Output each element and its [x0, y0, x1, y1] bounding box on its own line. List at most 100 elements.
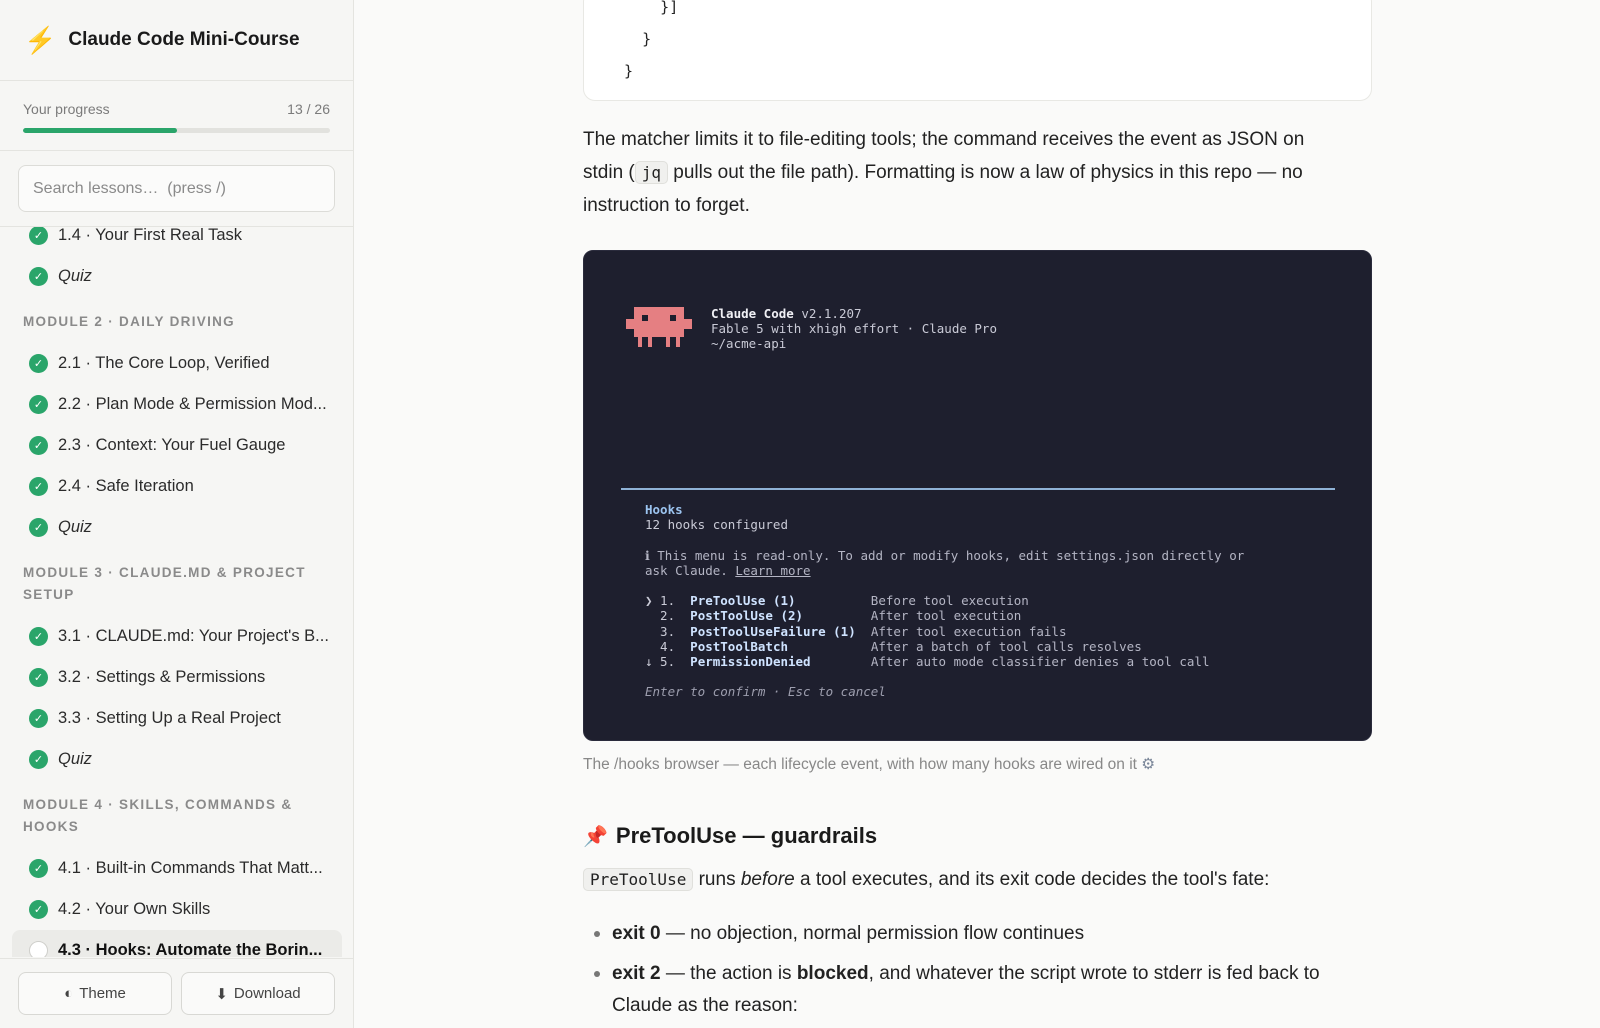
- check-circle-icon: ✓: [29, 626, 48, 646]
- hook-event-description: Before tool execution: [870, 593, 1029, 609]
- check-circle-icon: ✓: [29, 667, 48, 687]
- sidebar: ⚡ Claude Code Mini-Course Your progress …: [0, 0, 354, 1028]
- hook-event-marker: ❯ 1.: [645, 593, 676, 609]
- inline-code-jq: jq: [634, 161, 669, 184]
- terminal-separator: [621, 488, 1335, 490]
- hook-event-description: After tool execution: [870, 608, 1022, 624]
- section-heading: 📌 PreToolUse — guardrails: [583, 823, 877, 849]
- sidebar-footer: ◐ Theme ⬇ Download: [0, 958, 353, 1028]
- sidebar-item-quiz[interactable]: ✓ Quiz: [12, 507, 342, 547]
- sidebar-item-lesson[interactable]: ✓ 3.3 · Setting Up a Real Project: [12, 698, 342, 738]
- sidebar-item-label: Quiz: [58, 517, 92, 536]
- hooks-menu-title: Hooks: [645, 502, 683, 517]
- lightning-bolt-icon: ⚡: [24, 25, 57, 55]
- sidebar-item-lesson[interactable]: ✓ 2.3 · Context: Your Fuel Gauge: [12, 425, 342, 465]
- sidebar-item-lesson[interactable]: ✓ 4.1 · Built-in Commands That Matt...: [12, 848, 342, 888]
- sidebar-item-lesson[interactable]: 4.3 · Hooks: Automate the Borin...: [12, 930, 342, 957]
- list-item: exit 2 — the action is blocked, and what…: [594, 958, 1354, 1022]
- terminal-header: Claude Code v2.1.207 Fable 5 with xhigh …: [711, 306, 997, 351]
- check-circle-icon: ✓: [29, 353, 48, 373]
- sidebar-item-label: 3.1 · CLAUDE.md: Your Project's B...: [58, 626, 329, 645]
- hook-event-row[interactable]: 3. PostToolUseFailure (1) After tool exe…: [645, 624, 1066, 639]
- hook-event-row[interactable]: 4. PostToolBatch After a batch of tool c…: [645, 639, 1142, 654]
- hooks-count: 12 hooks configured: [645, 517, 788, 533]
- hooks-info-line: ℹ This menu is read-only. To add or modi…: [645, 547, 1245, 563]
- emphasis-text: before: [740, 869, 795, 890]
- pushpin-icon: 📌: [583, 825, 608, 848]
- download-button-label: Download: [233, 985, 301, 1002]
- hook-event-name: PermissionDenied: [690, 654, 811, 670]
- module-heading: MODULE 4 · SKILLS, COMMANDS & HOOKS: [23, 797, 293, 834]
- brand-header[interactable]: ⚡ Claude Code Mini-Course: [0, 0, 353, 81]
- paragraph-text: pulls out the file path). Formatting is …: [583, 162, 1303, 216]
- module-heading: MODULE 2 · DAILY DRIVING: [23, 314, 235, 329]
- hook-event-marker: 3.: [645, 623, 676, 639]
- hook-event-name: PostToolUseFailure (1): [690, 623, 856, 639]
- progress-label: Your progress: [23, 101, 110, 117]
- download-button[interactable]: ⬇ Download: [181, 972, 335, 1015]
- hook-event-name: PreToolUse (1): [690, 593, 796, 609]
- half-circle-icon: ◐: [64, 985, 74, 1002]
- hook-event-row[interactable]: ❯ 1. PreToolUse (1) Before tool executio…: [645, 593, 1029, 608]
- theme-button[interactable]: ◐ Theme: [18, 972, 172, 1015]
- sidebar-item-lesson[interactable]: ✓ 2.4 · Safe Iteration: [12, 466, 342, 506]
- sidebar-item-lesson[interactable]: ✓ 4.2 · Your Own Skills: [12, 889, 342, 929]
- search-section: [0, 151, 353, 227]
- lesson-list: ✓ 1.4 · Your First Real Task ✓ Quiz MODULE 2…: [0, 227, 353, 957]
- sidebar-item-label: Quiz: [58, 749, 92, 768]
- gear-icon: ⚙: [1141, 756, 1156, 773]
- paragraph-text: a tool executes, and its exit code decid…: [794, 869, 1270, 890]
- paragraph-text: runs: [693, 869, 741, 890]
- terminal-model-line: Fable 5 with xhigh effort · Claude Pro: [711, 321, 997, 336]
- sidebar-item-label: 3.2 · Settings & Permissions: [58, 667, 266, 686]
- caption-text: The /hooks browser — each lifecycle even…: [583, 756, 1137, 773]
- sidebar-item-label: 3.3 · Setting Up a Real Project: [58, 708, 281, 727]
- sidebar-item-label: 4.2 · Your Own Skills: [58, 899, 211, 918]
- exit-code-list: exit 0 — no objection, normal permission…: [594, 918, 1354, 1028]
- figure-caption: The /hooks browser — each lifecycle even…: [583, 755, 1155, 774]
- hook-event-marker: 4.: [645, 638, 676, 654]
- sidebar-item-label: 2.1 · The Core Loop, Verified: [58, 353, 270, 372]
- check-circle-icon: ✓: [29, 476, 48, 496]
- sidebar-item-quiz[interactable]: ✓ Quiz: [12, 256, 342, 296]
- learn-more-link[interactable]: Learn more: [735, 563, 810, 578]
- check-circle-icon: ✓: [29, 227, 48, 245]
- check-circle-icon: ✓: [29, 266, 48, 286]
- check-circle-icon: ✓: [29, 708, 48, 728]
- sidebar-item-label: 4.1 · Built-in Commands That Matt...: [58, 858, 323, 877]
- hooks-info-line: ask Claude.: [645, 562, 736, 578]
- hook-event-marker: ↓ 5.: [645, 654, 676, 670]
- sidebar-item-lesson[interactable]: ✓ 2.2 · Plan Mode & Permission Mod...: [12, 384, 342, 424]
- section-heading-text: PreToolUse — guardrails: [615, 823, 878, 848]
- check-circle-icon: ✓: [29, 749, 48, 769]
- terminal-path: ~/acme-api: [711, 336, 787, 351]
- sidebar-item-quiz[interactable]: ✓ Quiz: [12, 739, 342, 779]
- terminal-footer-hint: Enter to confirm · Esc to cancel: [645, 684, 886, 700]
- hook-event-name: PostToolBatch: [690, 638, 789, 654]
- sidebar-item-label: 2.3 · Context: Your Fuel Gauge: [58, 435, 286, 454]
- sidebar-item-label: 4.3 · Hooks: Automate the Borin...: [58, 940, 323, 958]
- sidebar-item-label: Quiz: [58, 266, 92, 285]
- check-circle-icon: ✓: [29, 394, 48, 414]
- sidebar-item-lesson[interactable]: ✓ 3.2 · Settings & Permissions: [12, 657, 342, 697]
- list-item-strong: exit 0: [612, 923, 661, 944]
- sidebar-item-lesson[interactable]: ✓ 1.4 · Your First Real Task: [12, 227, 342, 255]
- hook-event-row[interactable]: ↓ 5. PermissionDenied After auto mode cl…: [645, 654, 1209, 669]
- empty-circle-icon: [29, 940, 48, 957]
- hook-event-description: After a batch of tool calls resolves: [870, 638, 1142, 654]
- terminal-screenshot: Claude Code v2.1.207 Fable 5 with xhigh …: [583, 250, 1372, 741]
- sidebar-item-label: 2.4 · Safe Iteration: [58, 476, 194, 495]
- check-circle-icon: ✓: [29, 517, 48, 537]
- progress-section: Your progress 13 / 26: [0, 81, 353, 151]
- sidebar-item-label: 1.4 · Your First Real Task: [58, 227, 243, 244]
- progress-count: 13 / 26: [287, 101, 330, 117]
- code-block-text: }] } }: [624, 0, 679, 80]
- list-item: exit 0 — no objection, normal permission…: [594, 918, 1354, 950]
- sidebar-item-lesson[interactable]: ✓ 3.1 · CLAUDE.md: Your Project's B...: [12, 616, 342, 656]
- check-circle-icon: ✓: [29, 858, 48, 878]
- search-input[interactable]: [18, 165, 335, 212]
- paragraph-matcher: The matcher limits it to file-editing to…: [583, 123, 1343, 222]
- code-block: }] } }: [583, 0, 1372, 101]
- hook-event-row[interactable]: 2. PostToolUse (2) After tool execution: [645, 608, 1021, 623]
- sidebar-item-lesson[interactable]: ✓ 2.1 · The Core Loop, Verified: [12, 343, 342, 383]
